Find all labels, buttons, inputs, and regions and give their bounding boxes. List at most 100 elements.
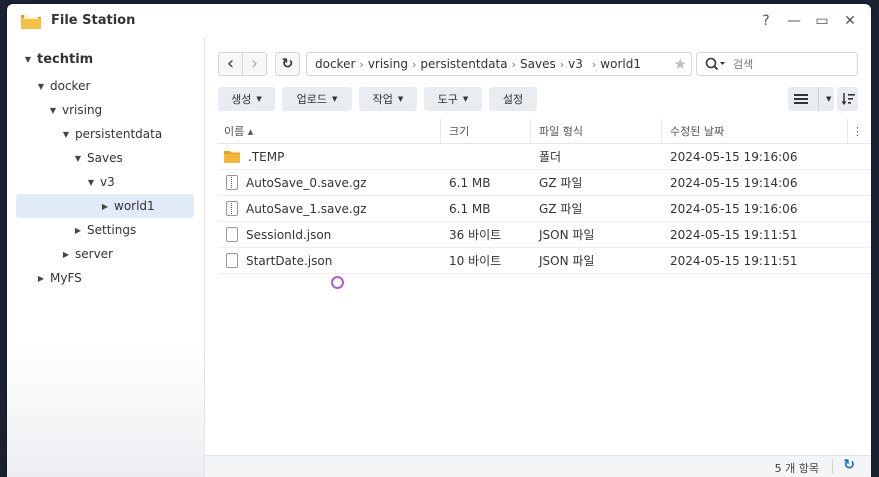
path-segment-persistentdata[interactable]: persistentdata — [420, 57, 507, 71]
tree-item-label: persistentdata — [75, 127, 163, 141]
file-type: GZ 파일 — [539, 176, 583, 190]
tree-item-world1[interactable]: ▶ world1 — [16, 194, 194, 218]
caret-down-icon[interactable]: ▼ — [46, 106, 60, 115]
item-count: 5 개 항목 — [774, 462, 819, 475]
file-type: JSON 파일 — [539, 228, 595, 242]
archive-icon — [226, 201, 238, 216]
column-header-name[interactable]: 이름 ▴ — [218, 119, 441, 143]
tree-item-label: server — [75, 247, 113, 261]
view-mode-button[interactable]: ▼ — [788, 87, 834, 111]
tree-item-docker[interactable]: ▼ docker — [34, 75, 90, 97]
upload-button[interactable]: 업로드 ▼ — [282, 87, 352, 111]
tree-item-label: docker — [50, 79, 91, 93]
caret-down-icon[interactable]: ▼ — [84, 178, 98, 187]
tree-item-server[interactable]: ▶ server — [59, 243, 113, 265]
help-button[interactable]: ? — [755, 10, 777, 32]
chevron-right-icon: › — [250, 53, 259, 74]
path-separator-icon: › — [511, 57, 517, 71]
caret-right-icon[interactable]: ▶ — [34, 274, 48, 283]
folder-icon — [224, 151, 240, 163]
window-title: File Station — [51, 13, 136, 28]
sort-icon — [841, 93, 855, 105]
close-button[interactable]: ✕ — [839, 10, 861, 32]
search-input[interactable] — [731, 56, 835, 72]
table-row[interactable]: AutoSave_0.save.gz 6.1 MB GZ 파일 2024-05-… — [218, 170, 871, 196]
divider — [818, 87, 819, 111]
caret-right-icon[interactable]: ▶ — [71, 226, 85, 235]
settings-button-label: 설정 — [502, 93, 524, 106]
tree-item-settings[interactable]: ▶ Settings — [71, 219, 136, 241]
path-bar[interactable]: docker › vrising › persistentdata › Save… — [306, 52, 692, 76]
column-header-size[interactable]: 크기 — [441, 119, 531, 143]
path-separator-icon: › — [359, 57, 364, 71]
column-header-modified[interactable]: 수정된 날짜 — [662, 119, 848, 143]
maximize-button[interactable]: ▭ — [811, 10, 833, 32]
list-view-icon — [794, 94, 808, 104]
mouse-cursor-icon — [331, 276, 344, 289]
file-type: GZ 파일 — [539, 202, 583, 216]
file-icon — [226, 227, 238, 242]
tree-item-myfs[interactable]: ▶ MyFS — [34, 267, 82, 289]
dropdown-arrow-icon: ▼ — [397, 95, 404, 103]
refresh-icon: ↻ — [281, 56, 294, 72]
path-separator-icon: › — [591, 57, 597, 71]
sort-button[interactable] — [837, 87, 858, 111]
refresh-button[interactable]: ↻ — [275, 52, 300, 76]
file-modified: 2024-05-15 19:11:51 — [670, 253, 798, 268]
star-favorite-icon[interactable]: ★ — [674, 55, 687, 73]
table-row[interactable]: SessionId.json 36 바이트 JSON 파일 2024-05-15… — [218, 222, 871, 248]
column-header-type[interactable]: 파일 형식 — [531, 119, 662, 143]
navigation-toolbar: ‹ › ↻ docker › vrising › persistentdata … — [218, 52, 858, 78]
tree-item-techtim[interactable]: ▼ techtim — [21, 48, 93, 70]
path-segment-saves[interactable]: Saves — [520, 57, 556, 71]
caret-down-icon[interactable]: ▼ — [21, 55, 35, 64]
file-modified: 2024-05-15 19:16:06 — [670, 149, 798, 164]
dropdown-arrow-icon: ▼ — [256, 95, 262, 103]
table-row[interactable]: AutoSave_1.save.gz 6.1 MB GZ 파일 2024-05-… — [218, 196, 871, 222]
tree-item-saves[interactable]: ▼ Saves — [71, 147, 123, 169]
back-button[interactable]: ‹ — [218, 52, 243, 76]
file-station-app-icon — [21, 15, 41, 29]
caret-down-icon[interactable]: ▼ — [34, 82, 48, 91]
search-icon — [705, 57, 725, 71]
caret-down-icon[interactable]: ▼ — [59, 130, 73, 139]
tree-item-vrising[interactable]: ▼ vrising — [46, 99, 102, 121]
table-row[interactable]: StartDate.json 10 바이트 JSON 파일 2024-05-15… — [218, 248, 871, 274]
search-box[interactable] — [696, 52, 858, 76]
dropdown-arrow-icon[interactable]: ▼ — [826, 95, 831, 103]
chevron-left-icon: ‹ — [226, 53, 235, 74]
create-button[interactable]: 생성 ▼ — [218, 87, 275, 111]
path-segment-v3[interactable]: v3 — [568, 57, 583, 71]
tree-item-persistentdata[interactable]: ▼ persistentdata — [59, 123, 162, 145]
file-type: 폴더 — [539, 150, 562, 164]
caret-right-icon[interactable]: ▶ — [98, 202, 112, 211]
tree-item-label: Saves — [87, 151, 123, 165]
minimize-button[interactable]: — — [783, 10, 805, 32]
action-button[interactable]: 작업 ▼ — [359, 87, 417, 111]
create-button-label: 생성 — [231, 93, 252, 106]
status-refresh-icon[interactable]: ↻ — [843, 457, 855, 473]
forward-button[interactable]: › — [242, 52, 267, 76]
path-segment-docker[interactable]: docker — [315, 57, 355, 71]
divider — [832, 459, 833, 474]
file-modified: 2024-05-15 19:14:06 — [670, 175, 798, 190]
tree-item-label: Settings — [87, 223, 137, 237]
tree-item-label: vrising — [62, 103, 103, 117]
tree-item-label: world1 — [114, 199, 155, 213]
caret-down-icon[interactable]: ▼ — [71, 154, 85, 163]
table-row[interactable]: .TEMP 폴더 2024-05-15 19:16:06 — [218, 144, 871, 170]
settings-button[interactable]: 설정 — [489, 87, 537, 111]
table-header: 이름 ▴ 크기 파일 형식 수정된 날짜 ⋮ — [218, 119, 871, 144]
archive-icon — [226, 175, 238, 190]
column-options-icon[interactable]: ⋮ — [848, 119, 868, 143]
path-separator-icon: › — [559, 57, 565, 71]
path-segment-world1[interactable]: world1 — [600, 57, 641, 71]
tools-button[interactable]: 도구 ▼ — [424, 87, 482, 111]
caret-right-icon[interactable]: ▶ — [59, 250, 73, 259]
file-name: SessionId.json — [246, 227, 332, 242]
tree-item-v3[interactable]: ▼ v3 — [84, 171, 115, 193]
path-segment-vrising[interactable]: vrising — [368, 57, 408, 71]
dropdown-arrow-icon: ▼ — [331, 95, 338, 103]
folder-tree-sidebar: ▼ techtim ▼ docker ▼ vrising ▼ persisten… — [7, 38, 205, 477]
file-size: 10 바이트 — [449, 254, 502, 268]
